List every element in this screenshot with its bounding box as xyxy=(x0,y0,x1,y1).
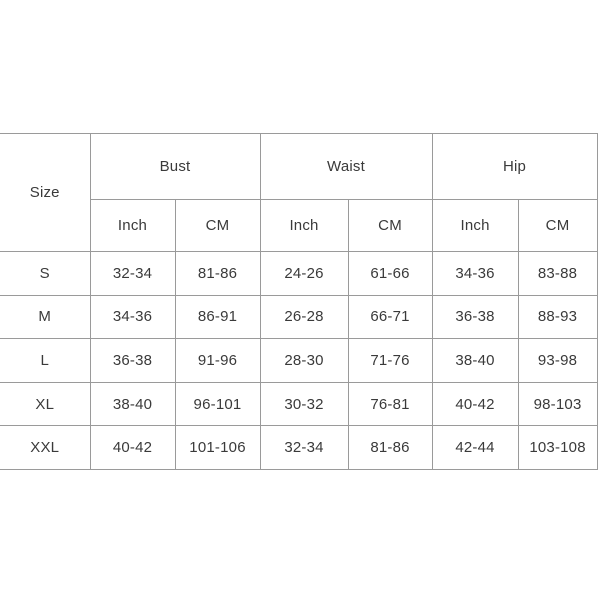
cell-waist-inch: 26-28 xyxy=(259,294,349,340)
header-waist-cm: CM xyxy=(347,199,433,252)
row-size-label: S xyxy=(0,251,91,296)
cell-waist-inch: 32-34 xyxy=(259,425,349,470)
cell-bust-cm: 91-96 xyxy=(174,338,261,383)
table-header-row-units: Inch CM Inch CM Inch CM xyxy=(0,199,598,252)
table-row: L 36-38 91-96 28-30 71-76 38-40 93-98 xyxy=(0,338,598,383)
row-size-label: M xyxy=(0,294,91,340)
cell-waist-cm: 76-81 xyxy=(347,381,433,427)
table-row: S 32-34 81-86 24-26 61-66 34-36 83-88 xyxy=(0,251,598,296)
cell-bust-inch: 36-38 xyxy=(89,338,176,383)
row-size-label: L xyxy=(0,338,91,383)
cell-waist-cm: 66-71 xyxy=(347,294,433,340)
header-bust-cm: CM xyxy=(174,199,261,252)
cell-hip-cm: 103-108 xyxy=(517,425,598,470)
cell-hip-inch: 42-44 xyxy=(431,425,519,470)
header-group-hip: Hip xyxy=(431,133,598,200)
cell-waist-cm: 61-66 xyxy=(347,251,433,296)
cell-waist-inch: 30-32 xyxy=(259,381,349,427)
cell-hip-inch: 38-40 xyxy=(431,338,519,383)
size-chart-page: Size Bust Waist Hip Inch CM Inch CM Inch… xyxy=(0,0,600,600)
header-group-waist: Waist xyxy=(259,133,433,200)
cell-waist-inch: 28-30 xyxy=(259,338,349,383)
cell-bust-cm: 96-101 xyxy=(174,381,261,427)
row-size-label: XL xyxy=(0,381,91,427)
size-chart-table: Size Bust Waist Hip Inch CM Inch CM Inch… xyxy=(0,133,598,470)
cell-hip-cm: 88-93 xyxy=(517,294,598,340)
table-header-row-groups: Size Bust Waist Hip xyxy=(0,133,598,252)
cell-hip-cm: 83-88 xyxy=(517,251,598,296)
header-waist-inch: Inch xyxy=(259,199,349,252)
cell-hip-inch: 40-42 xyxy=(431,381,519,427)
header-size: Size xyxy=(0,133,91,252)
cell-waist-inch: 24-26 xyxy=(259,251,349,296)
cell-bust-inch: 34-36 xyxy=(89,294,176,340)
cell-hip-cm: 93-98 xyxy=(517,338,598,383)
cell-bust-inch: 40-42 xyxy=(89,425,176,470)
cell-bust-cm: 86-91 xyxy=(174,294,261,340)
cell-waist-cm: 81-86 xyxy=(347,425,433,470)
cell-bust-cm: 101-106 xyxy=(174,425,261,470)
table-row: M 34-36 86-91 26-28 66-71 36-38 88-93 xyxy=(0,294,598,340)
cell-bust-inch: 38-40 xyxy=(89,381,176,427)
cell-bust-cm: 81-86 xyxy=(174,251,261,296)
size-chart-container: Size Bust Waist Hip Inch CM Inch CM Inch… xyxy=(0,133,598,470)
header-hip-cm: CM xyxy=(517,199,598,252)
row-size-label: XXL xyxy=(0,425,91,470)
header-bust-inch: Inch xyxy=(90,199,176,252)
header-group-bust: Bust xyxy=(89,133,261,200)
table-row: XXL 40-42 101-106 32-34 81-86 42-44 103-… xyxy=(0,425,598,470)
cell-bust-inch: 32-34 xyxy=(89,251,176,296)
header-hip-inch: Inch xyxy=(431,199,519,252)
cell-waist-cm: 71-76 xyxy=(347,338,433,383)
cell-hip-inch: 36-38 xyxy=(431,294,519,340)
table-row: XL 38-40 96-101 30-32 76-81 40-42 98-103 xyxy=(0,381,598,427)
cell-hip-cm: 98-103 xyxy=(517,381,598,427)
cell-hip-inch: 34-36 xyxy=(431,251,519,296)
